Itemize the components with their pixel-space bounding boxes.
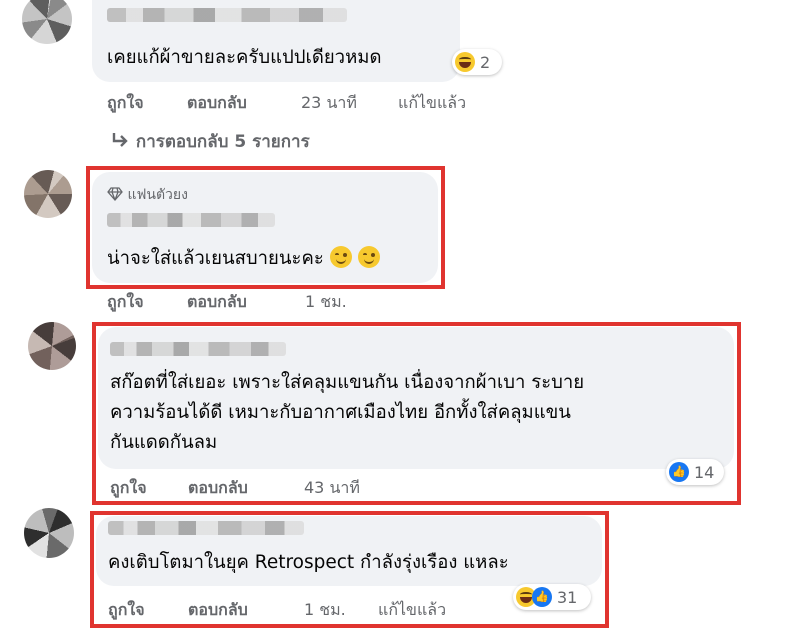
replies-count-label: การตอบกลับ 5 รายการ [135,132,310,152]
comment-text-line: กันแดดกันลม [110,432,218,453]
reply-button[interactable]: ตอบกลับ [187,91,247,116]
reaction-summary[interactable]: 2 [452,49,502,75]
avatar[interactable] [28,322,76,370]
timestamp[interactable]: 1 ชม. [305,290,347,315]
reaction-count: 2 [480,52,491,72]
top-fan-badge: แฟนตัวยง [107,184,188,206]
smile-emoji-icon [329,246,352,268]
comment-text-body: น่าจะใส่แล้วเยนสบายนะคะ [107,248,324,269]
author-name-blurred[interactable] [108,521,304,535]
comment-actions: ถูกใจ ตอบกลับ 1 ชม. แก้ไขแล้ว [108,598,488,620]
avatar[interactable] [22,0,72,44]
avatar[interactable] [24,508,74,558]
reaction-count: 14 [694,462,715,482]
like-button[interactable]: ถูกใจ [107,290,144,315]
like-button[interactable]: ถูกใจ [110,476,147,501]
edited-label: แก้ไขแล้ว [398,93,467,112]
comment-actions: ถูกใจ ตอบกลับ 43 นาที [110,476,430,498]
comment-text-line: ความร้อนได้ดี เหมาะกับอากาศเมืองไทย อีกท… [110,402,571,423]
view-replies-link[interactable]: การตอบกลับ 5 รายการ [110,128,310,155]
author-name-blurred[interactable] [107,8,347,22]
like-reaction-icon: 👍 [669,462,689,482]
diamond-icon [107,187,123,201]
like-button[interactable]: ถูกใจ [108,598,145,623]
reaction-count: 31 [557,587,578,607]
reply-button[interactable]: ตอบกลับ [188,476,248,501]
comment-text: น่าจะใส่แล้วเยนสบายนะคะ [107,243,380,274]
avatar[interactable] [24,170,72,218]
timestamp[interactable]: 1 ชม. [304,598,346,623]
comment-text: คงเติบโตมาในยุค Retrospect กำลังรุ่งเรือ… [108,552,509,573]
comment-actions: ถูกใจ ตอบกลับ 1 ชม. [107,290,427,312]
edited-label: แก้ไขแล้ว [378,600,447,619]
author-name-blurred[interactable] [107,213,275,227]
reply-button[interactable]: ตอบกลับ [187,290,247,315]
reaction-summary[interactable]: 👍 14 [666,459,724,485]
like-reaction-icon: 👍 [532,587,552,607]
badge-text: แฟนตัวยง [127,187,188,203]
author-name-blurred[interactable] [110,342,286,356]
like-button[interactable]: ถูกใจ [107,91,144,116]
reaction-summary[interactable]: 👍 31 [513,584,591,610]
comment-actions: ถูกใจ ตอบกลับ 23 นาที แก้ไขแล้ว [107,91,507,113]
reply-arrow-icon [112,133,128,147]
reply-button[interactable]: ตอบกลับ [188,598,248,623]
comment-text: เคยแก้ผ้าขายละครับแปปเดียวหมด [107,47,382,68]
comment-text-line: สก๊อตที่ใส่เยอะ เพราะใส่คลุมแขนกัน เนื่อ… [110,372,585,393]
smile-emoji-icon [357,246,380,268]
haha-reaction-icon [455,52,475,72]
timestamp[interactable]: 23 นาที [301,91,357,116]
timestamp[interactable]: 43 นาที [304,476,360,501]
